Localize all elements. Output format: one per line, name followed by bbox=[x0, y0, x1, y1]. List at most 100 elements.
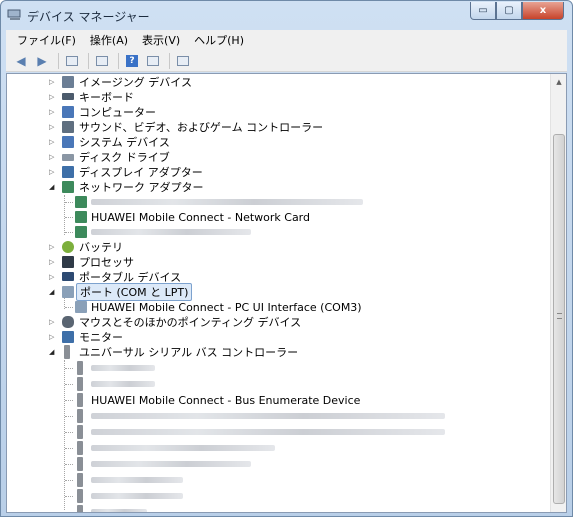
scroll-up-icon[interactable]: ▲ bbox=[551, 74, 566, 90]
battery-icon bbox=[62, 241, 74, 253]
expand-arrow-icon[interactable]: ▷ bbox=[49, 108, 57, 116]
mouse-icon bbox=[62, 316, 74, 328]
network-adapter-icon bbox=[75, 211, 87, 223]
camera-icon bbox=[62, 76, 74, 88]
tree-item-label: マウスとそのほかのポインティング デバイス bbox=[79, 316, 302, 329]
menu-file[interactable]: ファイル(F) bbox=[10, 32, 83, 48]
vertical-scrollbar[interactable]: ▲ bbox=[550, 74, 566, 512]
tree-item-huawei-network-card[interactable]: HUAWEI Mobile Connect - Network Card bbox=[7, 209, 547, 225]
tree-item-usb-device[interactable] bbox=[7, 440, 547, 456]
scan-hardware-icon bbox=[177, 55, 189, 66]
monitor-icon bbox=[62, 331, 74, 343]
tree-item-display[interactable]: ▷ ディスプレイ アダプター bbox=[7, 164, 547, 180]
tree-item-usb-device[interactable] bbox=[7, 376, 547, 392]
usb-icon bbox=[64, 345, 70, 359]
properties-button[interactable] bbox=[93, 52, 111, 70]
tree-item-label: システム デバイス bbox=[79, 136, 170, 149]
expand-arrow-icon[interactable]: ▷ bbox=[49, 243, 57, 251]
back-button[interactable]: ◀ bbox=[12, 52, 30, 70]
tree-item-system[interactable]: ▷ システム デバイス bbox=[7, 134, 547, 150]
tree-item-monitor[interactable]: ▷ モニター bbox=[7, 329, 547, 345]
tree-item-disk[interactable]: ▷ ディスク ドライブ bbox=[7, 149, 547, 165]
tree-item-usb[interactable]: ◢ ユニバーサル シリアル バス コントローラー bbox=[7, 344, 547, 360]
tree-item-label: ディスク ドライブ bbox=[79, 151, 170, 164]
expand-arrow-icon[interactable]: ▷ bbox=[49, 78, 57, 86]
device-tree-pane[interactable]: ▷ イメージング デバイス ▷ キーボード ▷ コンピューター ▷ サウンド、ビ… bbox=[6, 73, 567, 513]
tree-item-network-device[interactable] bbox=[7, 194, 547, 210]
menu-view[interactable]: 表示(V) bbox=[135, 32, 187, 48]
expand-arrow-icon[interactable]: ▷ bbox=[49, 123, 57, 131]
forward-button[interactable]: ▶ bbox=[33, 52, 51, 70]
tree-item-imaging[interactable]: ▷ イメージング デバイス bbox=[7, 74, 547, 90]
tree-connector bbox=[65, 307, 73, 308]
tree-item-usb-device[interactable] bbox=[7, 472, 547, 488]
collapse-arrow-icon[interactable]: ◢ bbox=[49, 183, 57, 191]
tree-item-huawei-pc-ui[interactable]: HUAWEI Mobile Connect - PC UI Interface … bbox=[7, 299, 547, 315]
network-adapter-icon bbox=[75, 196, 87, 208]
speaker-icon bbox=[62, 121, 74, 133]
expand-arrow-icon[interactable]: ▷ bbox=[49, 318, 57, 326]
tree-item-usb-device[interactable] bbox=[7, 424, 547, 440]
tree-item-label: HUAWEI Mobile Connect - Bus Enumerate De… bbox=[91, 393, 361, 407]
usb-icon bbox=[77, 473, 83, 487]
tree-connector bbox=[65, 384, 73, 385]
tree-connector bbox=[65, 416, 73, 417]
tree-item-sound[interactable]: ▷ サウンド、ビデオ、およびゲーム コントローラー bbox=[7, 119, 547, 135]
scan-hardware-button[interactable] bbox=[174, 52, 192, 70]
tree-item-label: コンピューター bbox=[79, 106, 156, 119]
title-bar[interactable]: デバイス マネージャー ▭ ▢ x bbox=[1, 1, 572, 29]
usb-icon bbox=[77, 361, 83, 375]
tree-item-usb-device[interactable] bbox=[7, 360, 547, 376]
usb-icon bbox=[77, 393, 83, 407]
expand-arrow-icon[interactable]: ▷ bbox=[49, 168, 57, 176]
menu-bar: ファイル(F) 操作(A) 表示(V) ヘルプ(H) bbox=[6, 30, 567, 50]
tree-item-label: HUAWEI Mobile Connect - Network Card bbox=[91, 210, 310, 224]
tree-item-label: プロセッサ bbox=[79, 256, 134, 269]
collapse-arrow-icon[interactable]: ◢ bbox=[49, 288, 57, 296]
redacted-label bbox=[91, 445, 275, 451]
menu-help[interactable]: ヘルプ(H) bbox=[187, 32, 251, 48]
tree-item-usb-device[interactable] bbox=[7, 408, 547, 424]
close-button[interactable]: x bbox=[522, 2, 564, 20]
tree-connector bbox=[65, 448, 73, 449]
maximize-button[interactable]: ▢ bbox=[496, 2, 522, 20]
tree-item-mouse[interactable]: ▷ マウスとそのほかのポインティング デバイス bbox=[7, 314, 547, 330]
expand-arrow-icon[interactable]: ▷ bbox=[49, 93, 57, 101]
tree-item-ports[interactable]: ◢ ポート (COM と LPT) bbox=[7, 283, 547, 301]
device-tree: ▷ イメージング デバイス ▷ キーボード ▷ コンピューター ▷ サウンド、ビ… bbox=[7, 74, 552, 513]
expand-arrow-icon[interactable]: ▷ bbox=[49, 273, 57, 281]
expand-arrow-icon[interactable]: ▷ bbox=[49, 153, 57, 161]
tree-connector bbox=[65, 202, 73, 203]
help-icon: ? bbox=[126, 54, 138, 67]
tree-item-usb-device[interactable] bbox=[7, 488, 547, 504]
redacted-label bbox=[91, 461, 251, 467]
tree-connector bbox=[65, 480, 73, 481]
tree-item-label: バッテリ bbox=[79, 241, 123, 254]
tree-item-usb-device[interactable] bbox=[7, 456, 547, 472]
tree-connector bbox=[65, 512, 73, 513]
tree-item-keyboard[interactable]: ▷ キーボード bbox=[7, 89, 547, 105]
tree-item-battery[interactable]: ▷ バッテリ bbox=[7, 239, 547, 255]
expand-arrow-icon[interactable]: ▷ bbox=[49, 138, 57, 146]
tree-item-label: モニター bbox=[79, 331, 123, 344]
usb-icon bbox=[77, 425, 83, 439]
network-adapter-icon bbox=[75, 226, 87, 238]
minimize-button[interactable]: ▭ bbox=[470, 2, 496, 20]
scrollbar-thumb[interactable] bbox=[553, 134, 565, 504]
toolbar: ◀ ▶ ? bbox=[6, 50, 567, 72]
collapse-arrow-icon[interactable]: ◢ bbox=[49, 348, 57, 356]
expand-arrow-icon[interactable]: ▷ bbox=[49, 258, 57, 266]
tree-item-network-device[interactable] bbox=[7, 224, 547, 240]
tree-item-computer[interactable]: ▷ コンピューター bbox=[7, 104, 547, 120]
action-pane-button[interactable] bbox=[144, 52, 162, 70]
display-adapter-icon bbox=[62, 166, 74, 178]
expand-arrow-icon[interactable]: ▷ bbox=[49, 333, 57, 341]
tree-item-huawei-bus-enum[interactable]: HUAWEI Mobile Connect - Bus Enumerate De… bbox=[7, 392, 547, 408]
menu-action[interactable]: 操作(A) bbox=[83, 32, 135, 48]
tree-item-network[interactable]: ◢ ネットワーク アダプター bbox=[7, 179, 547, 195]
show-hide-console-tree-button[interactable] bbox=[63, 52, 81, 70]
tree-item-usb-device[interactable] bbox=[7, 504, 547, 513]
toolbar-separator bbox=[118, 52, 119, 69]
tree-item-processor[interactable]: ▷ プロセッサ bbox=[7, 254, 547, 270]
help-button[interactable]: ? bbox=[123, 52, 141, 70]
